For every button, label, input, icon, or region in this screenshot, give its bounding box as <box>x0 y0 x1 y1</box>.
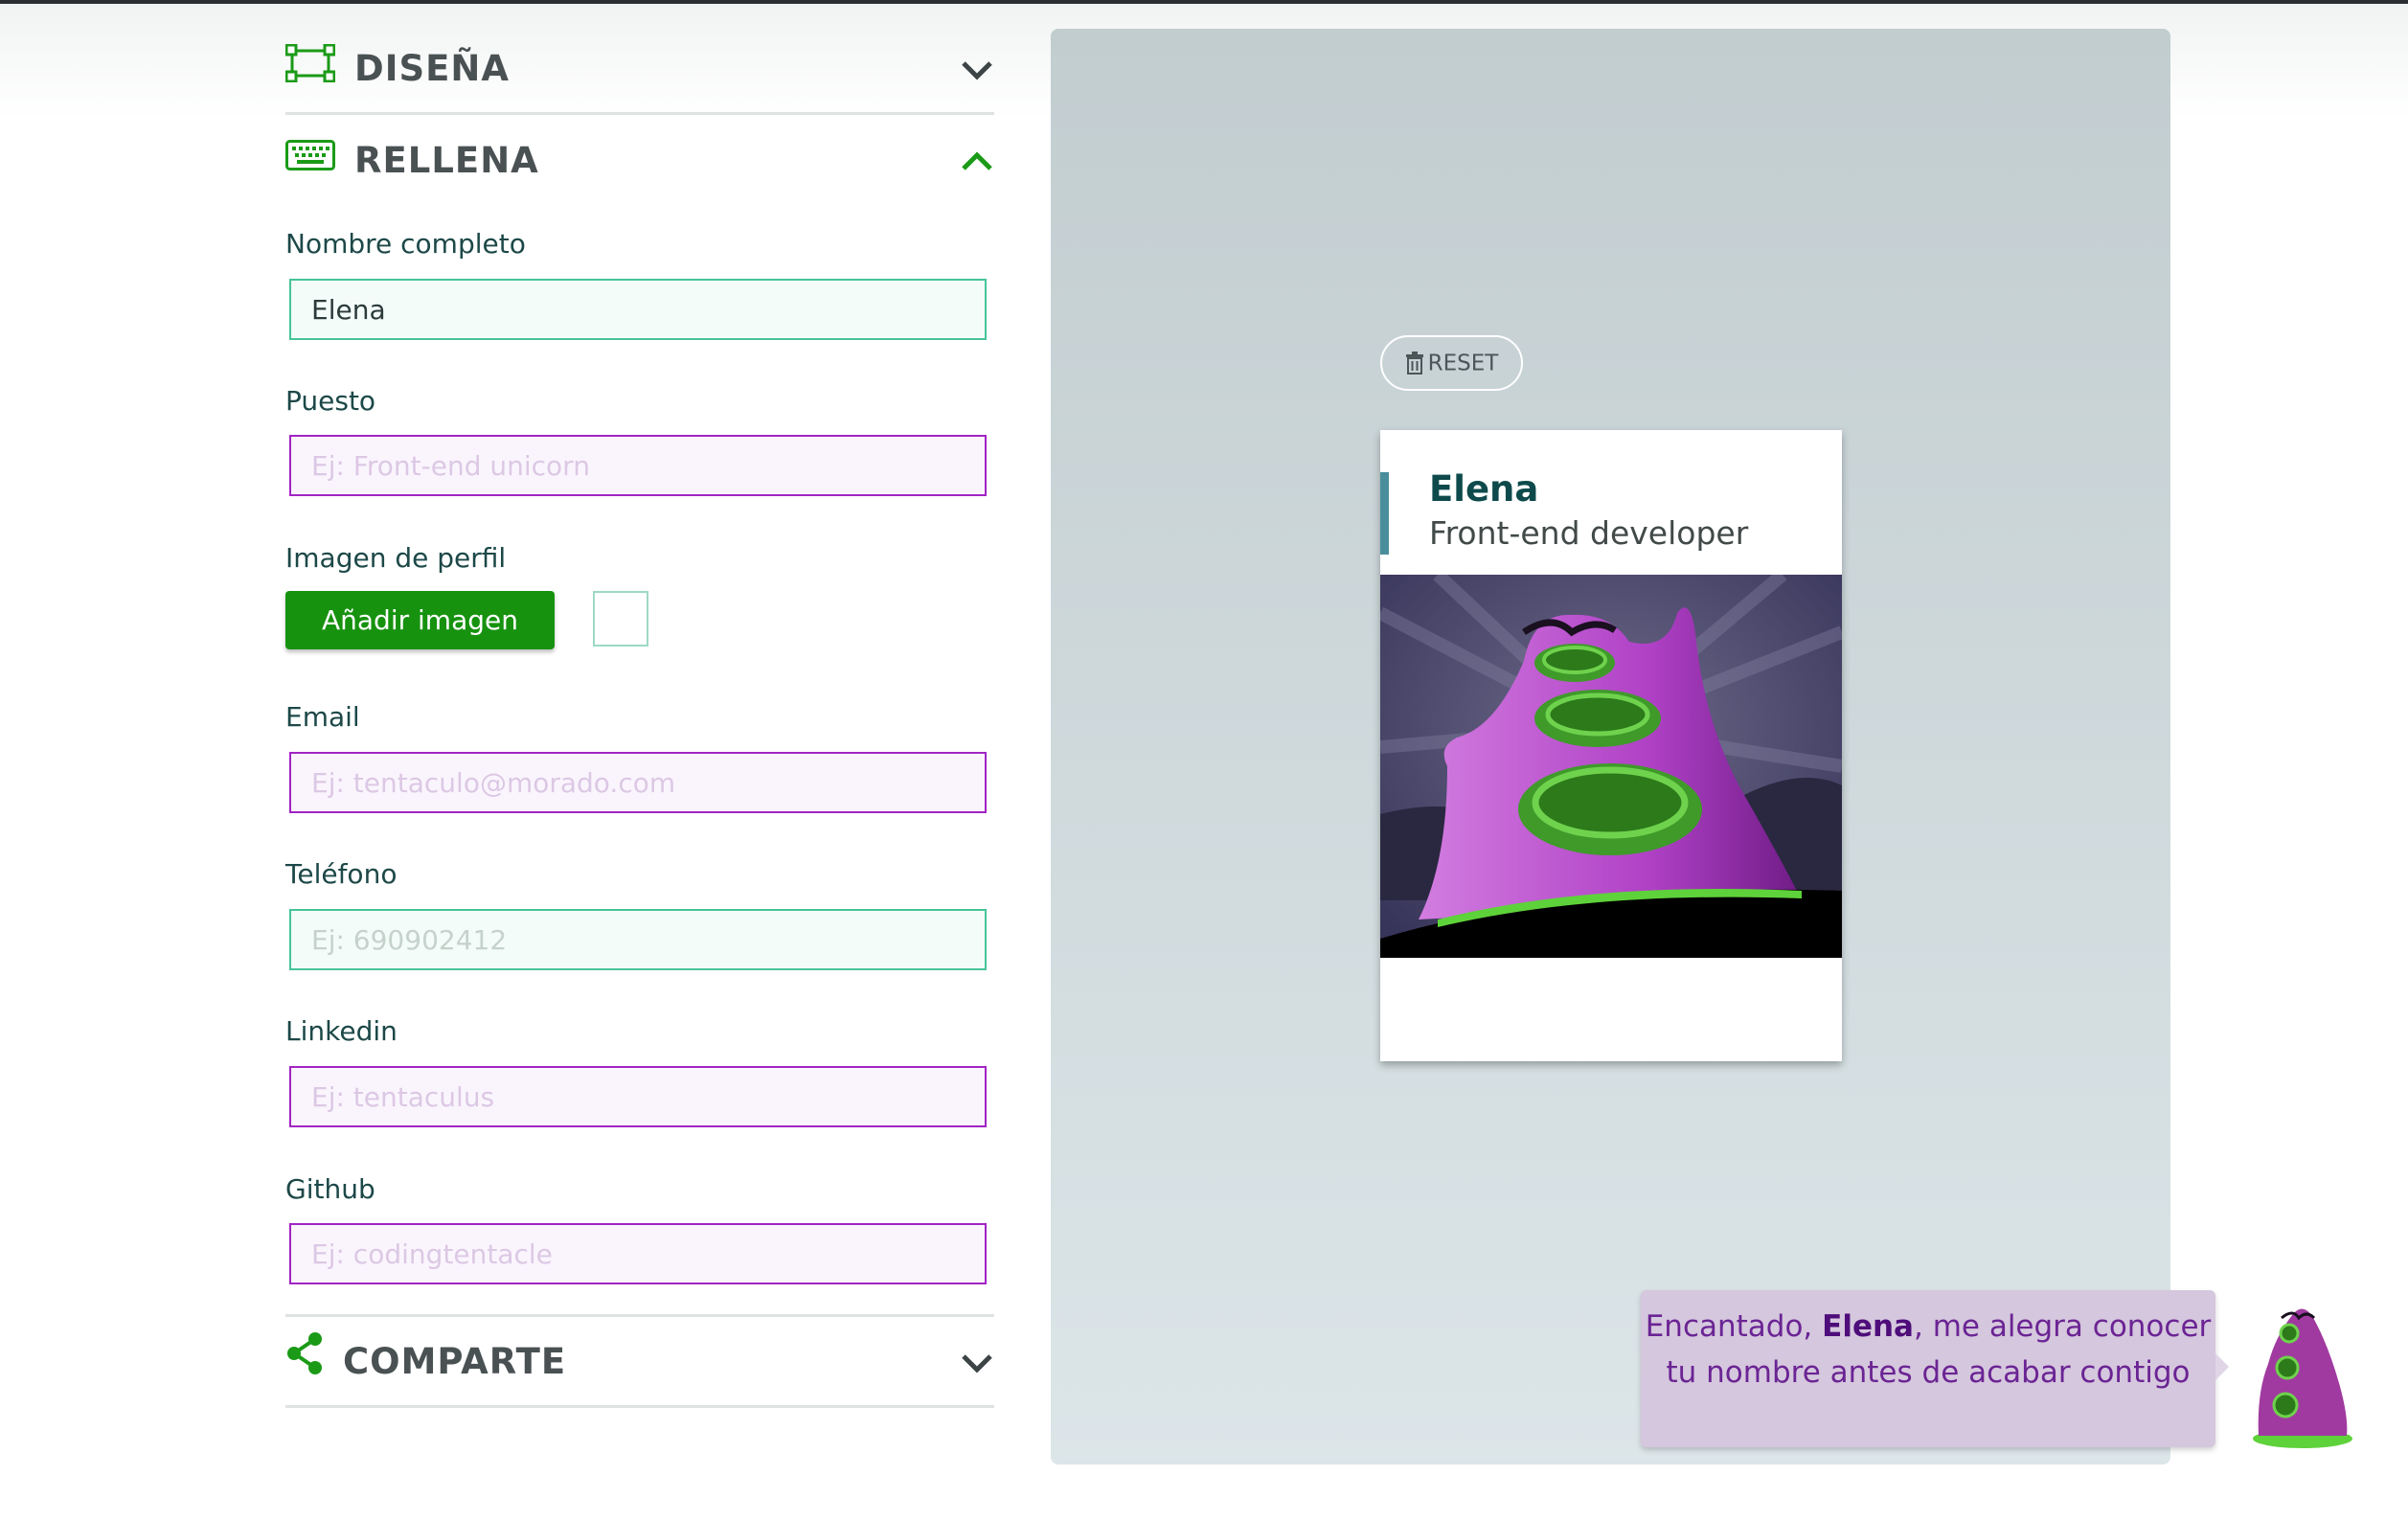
chevron-down-icon[interactable] <box>960 1349 994 1377</box>
layout-frame-icon <box>285 44 335 82</box>
phone-label: Teléfono <box>285 858 398 890</box>
section-fill-header[interactable]: RELLENA <box>285 119 994 205</box>
profile-card: Elena Front-end developer <box>1380 430 1842 1061</box>
reset-button[interactable]: RESET <box>1380 335 1523 391</box>
keyboard-icon <box>285 140 335 170</box>
profile-image-label: Imagen de perfil <box>285 542 507 574</box>
chevron-down-icon[interactable] <box>960 56 994 84</box>
add-image-button[interactable]: Añadir imagen <box>285 591 555 649</box>
chevron-up-icon[interactable] <box>960 148 994 176</box>
section-design-title: DISEÑA <box>354 48 511 89</box>
section-divider <box>285 1405 994 1408</box>
reset-label: RESET <box>1427 351 1499 376</box>
name-input[interactable] <box>289 279 987 340</box>
section-share-title: COMPARTE <box>343 1341 567 1382</box>
section-share-header[interactable]: COMPARTE <box>285 1320 994 1406</box>
github-label: Github <box>285 1173 375 1205</box>
trash-icon <box>1405 352 1423 375</box>
job-input[interactable] <box>289 435 987 496</box>
speech-bubble-tail <box>2215 1353 2229 1380</box>
email-label: Email <box>285 701 360 733</box>
name-label: Nombre completo <box>285 228 526 260</box>
phone-input[interactable] <box>289 909 987 970</box>
bubble-text-before: Encantado, <box>1645 1309 1823 1344</box>
github-input[interactable] <box>289 1223 987 1284</box>
section-divider <box>285 1314 994 1317</box>
card-name: Elena <box>1429 468 1539 510</box>
linkedin-label: Linkedin <box>285 1015 398 1047</box>
linkedin-input[interactable] <box>289 1066 987 1127</box>
email-input[interactable] <box>289 752 987 813</box>
card-profile-image <box>1380 575 1842 958</box>
bubble-name: Elena <box>1822 1309 1914 1344</box>
card-accent-bar <box>1380 472 1389 555</box>
section-fill-title: RELLENA <box>354 140 539 181</box>
purple-tentacle-mascot <box>2253 1308 2352 1448</box>
speech-bubble: Encantado, Elena, me alegra conocer tu n… <box>1641 1290 2215 1447</box>
section-design-header[interactable]: DISEÑA <box>285 27 994 113</box>
section-divider <box>285 112 994 115</box>
profile-image-thumbnail <box>593 591 648 647</box>
share-icon <box>287 1332 322 1374</box>
job-label: Puesto <box>285 385 376 417</box>
card-job: Front-end developer <box>1429 514 1749 552</box>
